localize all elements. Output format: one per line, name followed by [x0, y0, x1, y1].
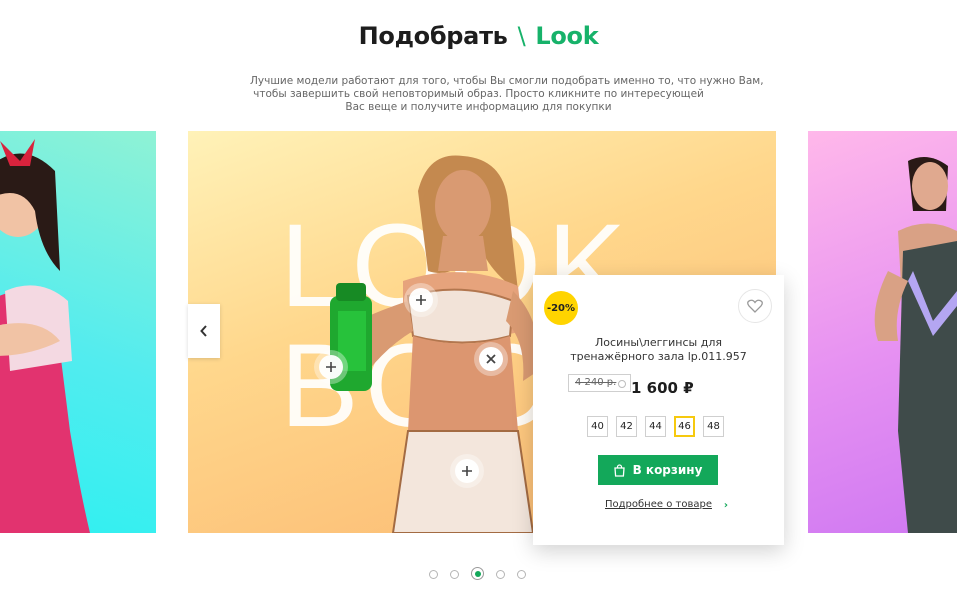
new-price: 1 600 ₽	[631, 379, 694, 397]
size-option[interactable]: 44	[645, 416, 666, 437]
slide-next[interactable]	[808, 131, 957, 533]
intro-line-3: Вас веще и получите информацию для покуп…	[345, 101, 612, 113]
size-option[interactable]: 40	[587, 416, 608, 437]
add-to-cart-label: В корзину	[632, 463, 703, 477]
favorite-button[interactable]	[738, 289, 772, 323]
close-icon	[486, 354, 496, 364]
lookbook-page: Подобрать \ Look Лучшие модели работают дл…	[0, 0, 957, 616]
heart-icon	[747, 299, 763, 313]
carousel-dot-5[interactable]	[517, 569, 526, 579]
product-popup: -20% Лосины\леггинсы для тренажёрного за…	[533, 275, 784, 545]
product-name: Лосины\леггинсы для тренажёрного зала lp…	[570, 336, 747, 363]
carousel-prev-button[interactable]	[188, 304, 220, 358]
intro-line-1: Лучшие модели работают для того, чтобы В…	[250, 75, 764, 87]
carousel-dot-1[interactable]	[429, 569, 438, 579]
carousel-dot-4[interactable]	[496, 569, 505, 579]
product-details-label: Подробнее о товаре	[605, 499, 712, 510]
carousel-dot-3-active[interactable]	[471, 567, 484, 580]
carousel-pagination	[429, 567, 538, 580]
size-selector: 40 42 44 46 48	[587, 416, 732, 437]
chevron-right-icon: ›	[723, 500, 728, 511]
model-photo-right	[874, 157, 957, 533]
section-title: Подобрать \ Look	[0, 22, 957, 50]
title-part-2: Look	[535, 22, 599, 50]
chevron-left-icon	[200, 325, 207, 337]
size-option[interactable]: 42	[616, 416, 637, 437]
size-option-selected[interactable]: 46	[674, 416, 695, 437]
intro-text: Лучшие модели работают для того, чтобы В…	[250, 75, 764, 114]
add-to-cart-button[interactable]: В корзину	[598, 455, 718, 485]
product-details-link[interactable]: Подробнее о товаре ›	[605, 499, 728, 511]
plus-icon	[416, 295, 426, 305]
hotspot-bottle[interactable]	[314, 350, 348, 384]
hotspot-active[interactable]	[474, 342, 508, 376]
hotspot-leggings[interactable]	[450, 454, 484, 488]
shopping-bag-icon	[613, 463, 625, 477]
model-photo-left	[0, 139, 90, 533]
size-option[interactable]: 48	[703, 416, 724, 437]
carousel-dot-2[interactable]	[450, 569, 459, 579]
plus-icon	[326, 362, 336, 372]
title-separator: \	[517, 22, 526, 50]
intro-line-2: чтобы завершить свой неповторимый образ.…	[253, 88, 704, 100]
slide-previous[interactable]	[0, 131, 156, 533]
discount-badge: -20%	[544, 291, 578, 325]
old-price: 4 240 р.	[568, 374, 632, 392]
hotspot-top[interactable]	[404, 283, 438, 317]
plus-icon	[462, 466, 472, 476]
title-part-1: Подобрать	[358, 22, 508, 50]
